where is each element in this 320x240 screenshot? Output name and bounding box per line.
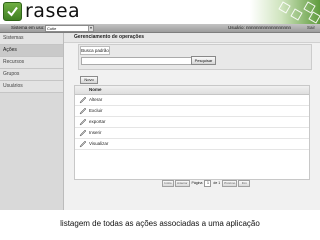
table-row: Inserir (75, 128, 309, 139)
search-button[interactable]: Pesquisar (191, 56, 216, 65)
exit-link[interactable]: Sair (307, 25, 315, 31)
logo-mark-icon (3, 2, 22, 21)
new-button[interactable]: Novo (80, 76, 98, 84)
row-name: Alterar (89, 97, 103, 102)
last-page-button[interactable]: Fim (238, 179, 251, 187)
row-name: Excluir (89, 108, 103, 113)
search-input[interactable] (81, 57, 199, 65)
row-name: Visualizar (89, 141, 109, 146)
sidebar-item-usuarios[interactable]: Usuários (0, 81, 63, 93)
search-panel-title: Busca padrão (80, 46, 110, 55)
caption: listagem de todas as ações associadas a … (60, 219, 260, 228)
row-name: exportar (89, 119, 106, 124)
main-panel: Gerenciamento de operações Busca padrão … (64, 33, 320, 210)
edit-icon[interactable] (79, 107, 87, 115)
edit-icon[interactable] (79, 140, 87, 148)
logo-symbol-icon (7, 6, 18, 17)
edit-icon[interactable] (79, 129, 87, 137)
top-bar: Sistema em uso: Cutie ▼ Usuário: nnnnnnn… (0, 24, 320, 33)
table-row: Excluir (75, 106, 309, 117)
system-select-value: Cutie (47, 26, 57, 31)
header-decoration (250, 0, 320, 24)
sidebar: Sistemas Ações Recursos Grupos Usuários (0, 33, 64, 210)
row-name: Inserir (89, 130, 102, 135)
page-title: Gerenciamento de operações (64, 33, 320, 43)
chevron-down-icon[interactable]: ▼ (88, 26, 93, 31)
app-name: rasea (25, 0, 81, 22)
system-select[interactable]: Cutie ▼ (45, 25, 94, 32)
app-header: rasea (0, 0, 320, 24)
first-page-button[interactable]: Início (162, 179, 174, 187)
sidebar-item-sistemas[interactable]: Sistemas (0, 33, 63, 45)
app-window: rasea Sistema em uso: Cutie ▼ Usuário: n… (0, 0, 320, 210)
table-row: exportar (75, 117, 309, 128)
next-page-button[interactable]: Próximo (222, 179, 238, 187)
actions-table: Nome Alterar Excluir exportar Inserir Vi… (74, 85, 310, 180)
system-label: Sistema em uso: (11, 25, 45, 30)
table-row: Visualizar (75, 139, 309, 150)
prev-page-button[interactable]: Anterior (175, 179, 190, 187)
sidebar-item-recursos[interactable]: Recursos (0, 57, 63, 69)
column-header-nome[interactable]: Nome (75, 86, 309, 95)
pagination: Início Anterior Página 1 de 1 Próximo Fi… (162, 179, 251, 187)
sidebar-item-grupos[interactable]: Grupos (0, 69, 63, 81)
search-panel: Busca padrão Pesquisar (78, 44, 312, 70)
table-row: Alterar (75, 95, 309, 106)
edit-icon[interactable] (79, 96, 87, 104)
page-label: Página (191, 180, 203, 185)
sidebar-item-acoes[interactable]: Ações (0, 45, 63, 57)
edit-icon[interactable] (79, 118, 87, 126)
page-total: de 1 (213, 180, 221, 185)
page-number-input[interactable]: 1 (204, 179, 212, 187)
user-label: Usuário: nnnnnnnnnnnnnnnnnn (228, 25, 292, 30)
logo: rasea (3, 2, 80, 21)
